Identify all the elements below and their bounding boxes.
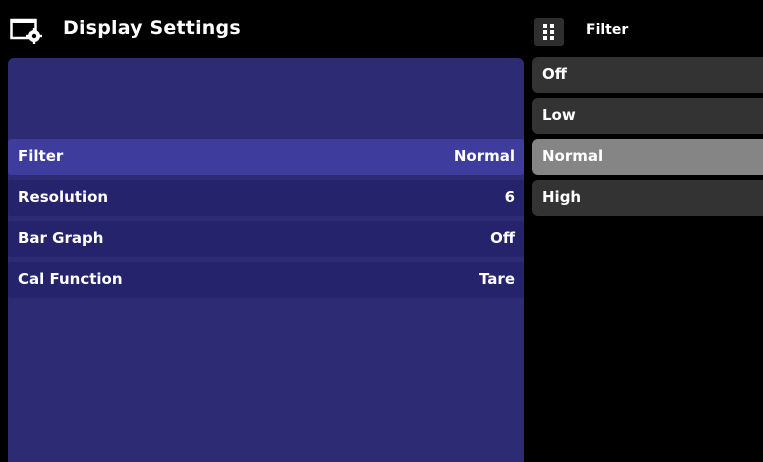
row-value: Normal	[453, 147, 515, 165]
settings-row-bar-graph[interactable]: Bar Graph Off	[8, 221, 524, 257]
option-label: Off	[542, 65, 567, 83]
option-normal[interactable]: Normal	[532, 139, 763, 175]
page-title: Display Settings	[63, 17, 241, 39]
menu-title: Filter	[586, 22, 629, 38]
row-label: Filter	[18, 147, 64, 165]
settings-panel: Filter Normal Resolution 6 Bar Graph Off…	[8, 58, 524, 462]
row-value: Off	[490, 229, 515, 247]
menu-header: Filter	[532, 14, 763, 48]
option-low[interactable]: Low	[532, 98, 763, 134]
option-off[interactable]: Off	[532, 57, 763, 93]
option-label: Low	[542, 106, 576, 124]
grip-icon[interactable]	[534, 18, 564, 46]
display-settings-icon[interactable]	[10, 18, 50, 44]
row-label: Cal Function	[18, 270, 123, 288]
option-high[interactable]: High	[532, 180, 763, 216]
page-header: Display Settings	[0, 10, 524, 52]
row-value: Tare	[479, 270, 515, 288]
settings-row-cal-function[interactable]: Cal Function Tare	[8, 262, 524, 298]
row-label: Bar Graph	[18, 229, 104, 247]
row-label: Resolution	[18, 188, 109, 206]
option-label: Normal	[542, 147, 604, 165]
settings-row-resolution[interactable]: Resolution 6	[8, 180, 524, 216]
option-label: High	[542, 188, 582, 206]
settings-row-filter[interactable]: Filter Normal	[8, 139, 524, 175]
row-value: 6	[504, 188, 515, 206]
